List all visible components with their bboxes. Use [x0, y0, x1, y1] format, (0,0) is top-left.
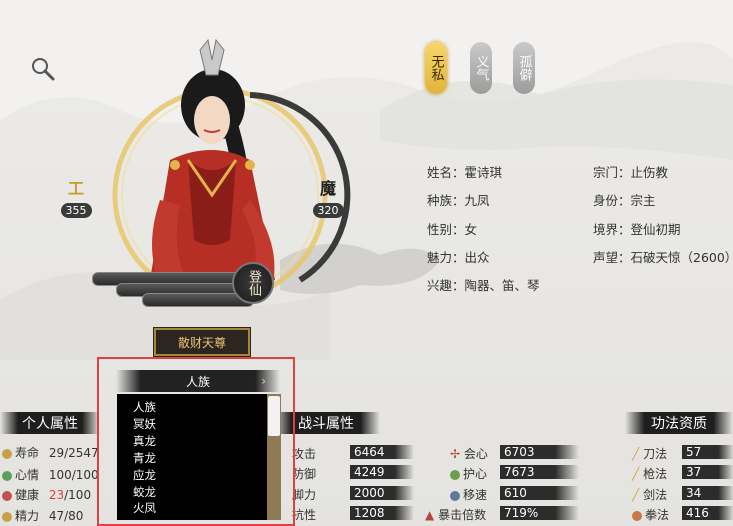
title-button[interactable]: 散财天尊	[154, 328, 250, 356]
stat-mood: 心情 100/100	[2, 466, 99, 483]
dropdown-option[interactable]: 人族	[133, 399, 156, 415]
realm-badge: 登仙	[232, 262, 274, 304]
race-dropdown-selected: 人族	[185, 374, 210, 389]
stat-crit-value: 6703	[500, 445, 579, 459]
power-right-glyph: 魔	[319, 179, 336, 198]
race-dropdown[interactable]: 人族 ›	[116, 370, 280, 392]
stat-lifespan: 寿命 29/2547	[2, 444, 99, 461]
stat-health-label: 健康	[15, 488, 40, 502]
stat-energy: 精力 47/80	[2, 507, 83, 524]
stat-resist-value: 1208	[350, 506, 414, 520]
stat-speed: 移速	[450, 486, 487, 503]
stat-guard: 护心	[450, 465, 487, 482]
stat-footwork-value: 2000	[350, 486, 414, 500]
stat-blade: ╱ 刀法	[632, 447, 668, 461]
guard-icon	[450, 469, 460, 480]
info-identity: 身份：宗主	[593, 193, 656, 208]
info-sect: 宗门：止伤教	[593, 165, 669, 180]
section-personal: 个人属性	[0, 412, 100, 434]
stat-lifespan-label: 寿命	[15, 446, 40, 460]
info-realm: 境界：登仙初期	[593, 222, 681, 237]
virtue-tag-1[interactable]: 无私	[425, 42, 447, 94]
info-race: 种族：九凤	[427, 193, 490, 208]
stat-crit-mult-label: 暴击倍数	[438, 508, 487, 522]
power-right-indicator: 魔 320	[310, 175, 346, 218]
info-name: 姓名：霍诗琪	[427, 165, 503, 180]
virtue-tag-2[interactable]: 义气	[470, 42, 492, 94]
stat-sword: ╱ 剑法	[632, 488, 668, 502]
section-skills: 功法资质	[625, 412, 733, 434]
stat-blade-label: 刀法	[643, 447, 668, 461]
lifespan-icon	[2, 448, 12, 459]
stat-sword-label: 剑法	[643, 488, 668, 502]
stat-speed-label: 移速	[463, 488, 488, 502]
virtue-tag-3[interactable]: 孤僻	[513, 42, 535, 94]
dropdown-option[interactable]: 蛟龙	[133, 484, 156, 500]
stat-guard-value: 7673	[500, 465, 579, 479]
stat-energy-label: 精力	[15, 509, 40, 523]
virtue-tag-2-label: 义气	[473, 55, 489, 81]
virtue-tag-3-label: 孤僻	[516, 55, 532, 81]
stat-resist-label: 抗性	[292, 508, 317, 522]
stat-fist: 拳法	[632, 506, 669, 523]
energy-icon	[2, 511, 12, 522]
dropdown-option[interactable]: 冥妖	[133, 416, 156, 432]
virtue-tag-1-label: 无私	[428, 55, 444, 81]
stat-crit: ✢ 会心	[450, 447, 488, 461]
stat-attack-value: 6464	[350, 445, 414, 459]
info-fame: 声望：石破天惊（2600）	[593, 250, 733, 265]
dropdown-option[interactable]: 应龙	[133, 467, 156, 483]
power-left-value: 355	[60, 203, 92, 218]
speed-icon	[450, 490, 460, 501]
health-icon	[2, 490, 12, 501]
dropdown-option[interactable]: 火凤	[133, 500, 156, 516]
stat-fist-label: 拳法	[645, 508, 670, 522]
stat-lifespan-value: 29/2547	[48, 446, 99, 460]
stat-spear-label: 枪法	[643, 467, 668, 481]
stat-health-max: /100	[64, 488, 92, 502]
search-icon[interactable]	[30, 56, 56, 82]
info-gender: 性别：女	[427, 222, 478, 237]
info-hobby: 兴趣：陶器、笛、琴	[427, 278, 540, 293]
stat-mood-label: 心情	[15, 468, 40, 482]
stat-blade-value: 57	[682, 445, 733, 459]
chevron-right-icon: ›	[261, 374, 266, 388]
power-left-glyph: 工	[67, 179, 84, 198]
stat-spear-value: 37	[682, 465, 733, 479]
fist-icon	[632, 510, 642, 521]
stat-health: 健康 23/100	[2, 486, 91, 503]
stat-defense-label: 防御	[292, 467, 317, 481]
stat-crit-mult: ▲ 暴击倍数	[425, 508, 487, 522]
info-charm: 魅力：出众	[427, 250, 490, 265]
dropdown-option[interactable]: 真龙	[133, 433, 156, 449]
stat-defense-value: 4249	[350, 465, 414, 479]
stat-guard-label: 护心	[463, 467, 488, 481]
stat-health-current: 23	[48, 488, 65, 502]
stat-mood-value: 100/100	[48, 468, 99, 482]
stat-speed-value: 610	[500, 486, 579, 500]
power-left-indicator: 工 355	[58, 175, 94, 218]
stat-spear: ╱ 枪法	[632, 467, 668, 481]
stat-attack-label: 攻击	[292, 447, 317, 461]
stat-crit-label: 会心	[463, 447, 488, 461]
race-dropdown-list: 人族 冥妖 真龙 青龙 应龙 蛟龙 火凤	[117, 394, 267, 520]
mood-icon	[2, 470, 12, 481]
dropdown-option[interactable]: 青龙	[133, 450, 156, 466]
stat-sword-value: 34	[682, 486, 733, 500]
power-right-value: 320	[312, 203, 344, 218]
stat-crit-mult-value: 719%	[500, 506, 579, 520]
dropdown-scrollbar-thumb[interactable]	[268, 396, 280, 436]
stat-footwork-label: 脚力	[292, 488, 317, 502]
realm-badge-text: 登仙	[246, 270, 261, 296]
stat-energy-value: 47/80	[48, 509, 84, 523]
stat-fist-value: 416	[682, 506, 733, 520]
